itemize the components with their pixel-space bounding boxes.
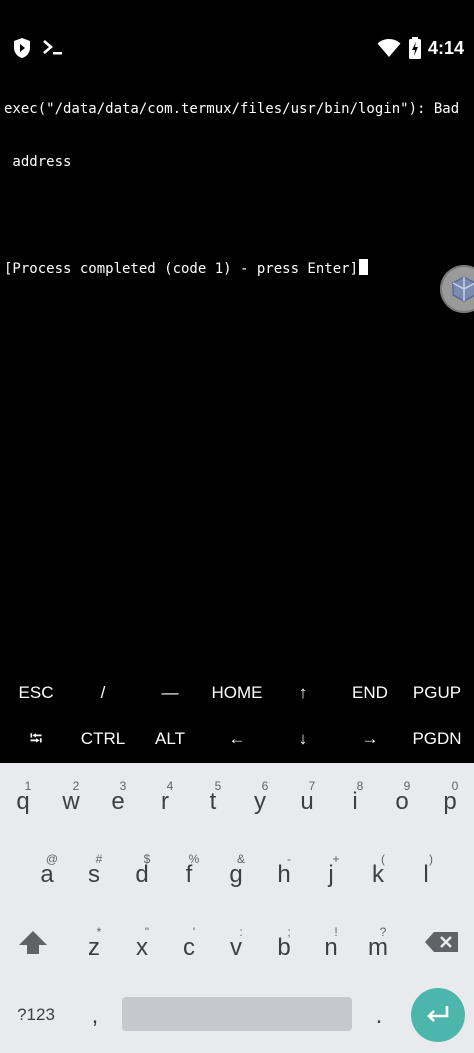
key-label: q [16,788,30,815]
key-label: a [40,861,54,888]
backspace-key[interactable] [422,928,462,972]
extra-key-row1-6[interactable]: PGUP [404,670,470,716]
key-p[interactable]: 0p [428,775,472,819]
key-s[interactable]: # s [72,848,116,892]
key-x[interactable]: " x [120,921,164,965]
key-m[interactable]: ? m [356,921,400,965]
key-c[interactable]: ' c [167,921,211,965]
key-n[interactable]: ! n [309,921,353,965]
termux-icon [42,38,64,61]
key-u[interactable]: 7u [285,775,329,819]
key-q[interactable]: 1q [1,775,45,819]
soft-keyboard: 1q2w3e4r5t6y7u8i9o0p @ a # s $ d% f & g - h + j(k) l … [0,763,474,1053]
key-label: c [183,934,195,961]
extra-key-row1-0[interactable]: ESC [3,670,69,716]
key-r[interactable]: 4r [143,775,187,819]
wifi-icon [377,38,401,63]
key-label: b [277,934,291,961]
key-h[interactable]: -h [262,848,306,892]
space-bar[interactable] [122,997,352,1031]
key-label: f [185,861,193,888]
terminal-output[interactable]: exec("/data/data/com.termux/files/usr/bi… [4,66,470,294]
key-l[interactable]: ) l [404,848,448,892]
terminal-cursor [359,258,369,275]
key-b[interactable]: ; b [262,921,306,965]
key-label: i [352,788,358,815]
status-time: 4:14 [427,38,464,58]
terminal-line: exec("/data/data/com.termux/files/usr/bi… [4,101,460,117]
key-label: e [111,788,125,815]
key-label: g [229,861,243,888]
battery-charging-icon [408,37,422,64]
period-key[interactable]: . [366,998,392,1042]
key-label: v [230,934,242,961]
key-w[interactable]: 2w [49,775,93,819]
terminal-line: address [4,153,72,170]
key-a[interactable]: @ a [25,848,69,892]
extra-keys-bar: ESC / — HOME ↑ END PGUP ⭾ CTRL ALT ← ↓ → PGDN [0,669,474,763]
key-d[interactable]: $ d [120,848,164,892]
extra-key-row1-2[interactable]: — [137,670,203,716]
key-label: l [423,861,429,888]
key-label: n [324,934,338,961]
terminal-line: [Process completed (code 1) - press Ente… [4,260,359,277]
floating-bubble-button[interactable] [440,265,474,313]
extra-key-row1-3[interactable]: HOME [204,670,270,716]
key-label: j [328,861,334,888]
extra-key-row2-5[interactable]: → [337,716,403,762]
extra-key-row2-0[interactable]: ⭾ [3,716,69,762]
extra-key-row2-2[interactable]: ALT [137,716,203,762]
key-g[interactable]: & g [214,848,258,892]
key-v[interactable]: :v [214,921,258,965]
extra-key-row2-4[interactable]: ↓ [270,716,336,762]
key-label: s [88,861,100,888]
extra-key-row2-3[interactable]: ← [204,716,270,762]
extra-key-row1-1[interactable]: / [70,670,136,716]
key-label: u [300,788,314,815]
shift-key[interactable] [14,928,54,972]
key-k[interactable]: (k [356,848,400,892]
status-bar: 4:14 [0,0,474,59]
symbols-key[interactable]: ?123 [8,1001,64,1045]
key-z[interactable]: * z [72,921,116,965]
key-label: r [161,788,169,815]
key-label: k [372,861,384,888]
extra-key-row1-4[interactable]: ↑ [270,670,336,716]
key-label: m [368,934,388,961]
key-label: w [62,788,80,815]
key-label: z [88,934,100,961]
key-j[interactable]: + j [309,848,353,892]
key-f[interactable]: % f [167,848,211,892]
key-e[interactable]: 3e [96,775,140,819]
key-label: t [209,788,217,815]
extra-key-row1-5[interactable]: END [337,670,403,716]
enter-key[interactable] [411,988,465,1042]
key-label: h [277,861,291,888]
key-label: x [136,934,148,961]
comma-key[interactable]: , [82,998,108,1042]
extra-key-row2-1[interactable]: CTRL [70,716,136,762]
terminal-line-with-cursor: [Process completed (code 1) - press Ente… [4,258,470,277]
key-label: d [135,861,149,888]
key-i[interactable]: 8i [333,775,377,819]
play-protect-icon [12,37,32,64]
key-label: o [395,788,409,815]
key-t[interactable]: 5t [191,775,235,819]
extra-key-row2-6[interactable]: PGDN [404,716,470,762]
key-label: p [443,788,457,815]
key-label: y [254,788,266,815]
key-y[interactable]: 6y [238,775,282,819]
key-o[interactable]: 9o [380,775,424,819]
